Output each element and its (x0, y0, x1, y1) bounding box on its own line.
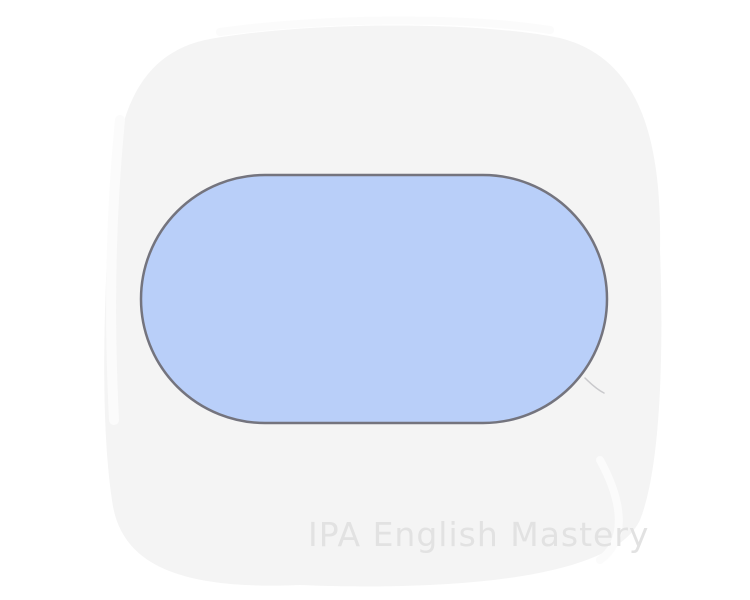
illustration-canvas (104, 16, 662, 587)
watermark-text: IPA English Mastery (308, 515, 650, 554)
stadium-shape (139, 173, 609, 425)
